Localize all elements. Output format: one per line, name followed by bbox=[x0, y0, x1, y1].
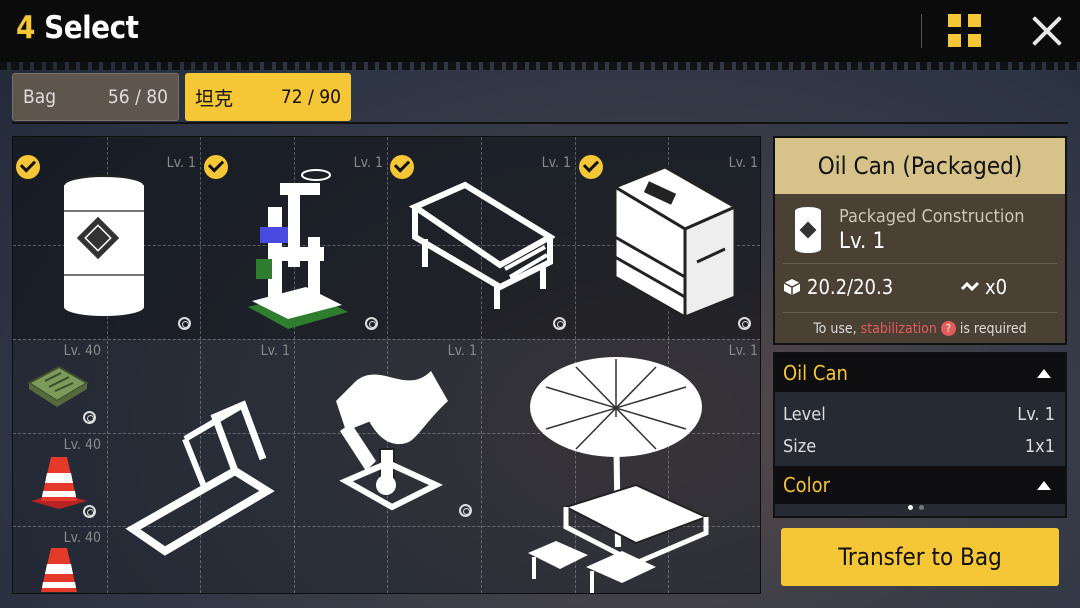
treadmill-icon bbox=[125, 400, 275, 556]
prop-label: Size bbox=[783, 436, 817, 457]
close-icon[interactable] bbox=[1030, 14, 1064, 48]
package-icon bbox=[83, 505, 96, 518]
stack-value: x0 bbox=[985, 275, 1008, 299]
copier-icon bbox=[611, 167, 739, 320]
oil-can-thumb-icon bbox=[795, 207, 821, 253]
stack-stat: x0 bbox=[961, 275, 1007, 299]
item-mat[interactable]: Lv. 40 bbox=[13, 339, 107, 433]
item-oil-can[interactable]: Lv. 1 bbox=[13, 137, 200, 339]
tab-underline bbox=[12, 122, 1068, 124]
bed-icon bbox=[408, 181, 555, 309]
title-text: Select bbox=[44, 10, 139, 46]
item-umbrella-table[interactable]: Lv. 1 bbox=[481, 339, 760, 593]
package-icon bbox=[459, 504, 472, 517]
tab-bag-label: Bag bbox=[23, 86, 57, 108]
tab-tank[interactable]: 坦克 72 / 90 bbox=[185, 73, 351, 121]
traffic-cone-icon bbox=[31, 457, 87, 509]
detail-level: Lv. 1 bbox=[839, 229, 886, 254]
section-color[interactable]: Color bbox=[775, 466, 1065, 504]
mat-icon bbox=[27, 365, 89, 407]
check-icon bbox=[579, 155, 603, 179]
divider bbox=[783, 263, 1057, 264]
weight-cube-icon bbox=[783, 279, 801, 295]
item-level: Lv. 1 bbox=[166, 155, 196, 171]
divider bbox=[921, 14, 922, 48]
item-copier[interactable]: Lv. 1 bbox=[575, 137, 760, 339]
prop-size: Size 1x1 bbox=[783, 436, 1055, 457]
stabilization-note: To use, stabilization ? is required bbox=[775, 321, 1065, 337]
note-warn[interactable]: stabilization bbox=[861, 321, 937, 337]
page-indicator bbox=[908, 505, 924, 510]
package-icon bbox=[738, 317, 751, 330]
tab-bag-count: 56 / 80 bbox=[107, 86, 168, 108]
tab-bag[interactable]: Bag 56 / 80 bbox=[12, 73, 179, 121]
link-icon bbox=[961, 281, 979, 292]
item-level: Lv. 1 bbox=[260, 343, 290, 359]
check-icon bbox=[204, 155, 228, 179]
item-treadmill[interactable]: Lv. 1 bbox=[107, 339, 294, 593]
tab-tank-label: 坦克 bbox=[195, 87, 234, 110]
collapse-icon bbox=[1037, 368, 1051, 378]
item-bed[interactable]: Lv. 1 bbox=[387, 137, 575, 339]
weight-stat: 20.2/20.3 bbox=[783, 275, 893, 299]
help-icon[interactable]: ? bbox=[940, 321, 956, 336]
selected-count: 4 bbox=[16, 10, 35, 46]
note-suffix: is required bbox=[959, 321, 1027, 337]
grid-view-icon[interactable] bbox=[948, 14, 981, 47]
oil-can-icon bbox=[63, 175, 145, 316]
check-icon bbox=[390, 155, 414, 179]
top-bar bbox=[0, 0, 1080, 62]
detail-title: Oil Can (Packaged) bbox=[775, 138, 1065, 194]
prop-value: 1x1 bbox=[1024, 436, 1055, 457]
item-level: Lv. 1 bbox=[353, 155, 383, 171]
inventory-grid: Lv. 1 Lv. 1 Lv. 1 Lv. 1 Lv. 40 Lv. 40 Lv… bbox=[12, 136, 761, 594]
item-spring-rider[interactable]: Lv. 1 bbox=[294, 339, 481, 527]
package-icon bbox=[83, 411, 96, 424]
check-icon bbox=[16, 155, 40, 179]
package-icon bbox=[178, 317, 191, 330]
properties-panel: Oil Can Level Lv. 1 Size 1x1 Color bbox=[773, 352, 1067, 518]
prop-value: Lv. 1 bbox=[1017, 404, 1055, 425]
spring-rider-icon bbox=[336, 371, 448, 511]
item-level: Lv. 1 bbox=[728, 343, 758, 359]
item-level: Lv. 40 bbox=[63, 437, 101, 453]
section-title: Oil Can bbox=[783, 361, 848, 385]
section-oil-can[interactable]: Oil Can bbox=[775, 354, 1065, 392]
collapse-icon bbox=[1037, 480, 1051, 490]
section-title: Color bbox=[783, 473, 830, 497]
package-icon bbox=[553, 317, 566, 330]
prop-level: Level Lv. 1 bbox=[783, 404, 1055, 425]
item-level: Lv. 1 bbox=[447, 343, 477, 359]
detail-subtitle: Packaged Construction bbox=[839, 206, 1025, 227]
item-level: Lv. 1 bbox=[541, 155, 571, 171]
package-icon bbox=[365, 317, 378, 330]
note-prefix: To use, bbox=[813, 321, 857, 337]
prop-label: Level bbox=[783, 404, 826, 425]
item-detail-panel: Oil Can (Packaged) Packaged Construction… bbox=[773, 136, 1067, 345]
item-traffic-cone-2[interactable]: Lv. 40 bbox=[13, 526, 107, 593]
cat-tree-icon bbox=[248, 169, 348, 329]
divider bbox=[783, 312, 1057, 313]
tab-tank-count: 72 / 90 bbox=[280, 86, 341, 108]
item-traffic-cone[interactable]: Lv. 40 bbox=[13, 433, 107, 526]
weight-value: 20.2/20.3 bbox=[807, 275, 894, 299]
item-level: Lv. 40 bbox=[63, 343, 101, 359]
traffic-cone-icon bbox=[41, 548, 77, 592]
top-bar-edge bbox=[0, 56, 1080, 70]
transfer-to-bag-button[interactable]: Transfer to Bag bbox=[781, 528, 1059, 586]
page-title: 4 Select bbox=[16, 10, 139, 46]
item-cat-tree[interactable]: Lv. 1 bbox=[200, 137, 387, 339]
umbrella-table-icon bbox=[528, 357, 709, 593]
